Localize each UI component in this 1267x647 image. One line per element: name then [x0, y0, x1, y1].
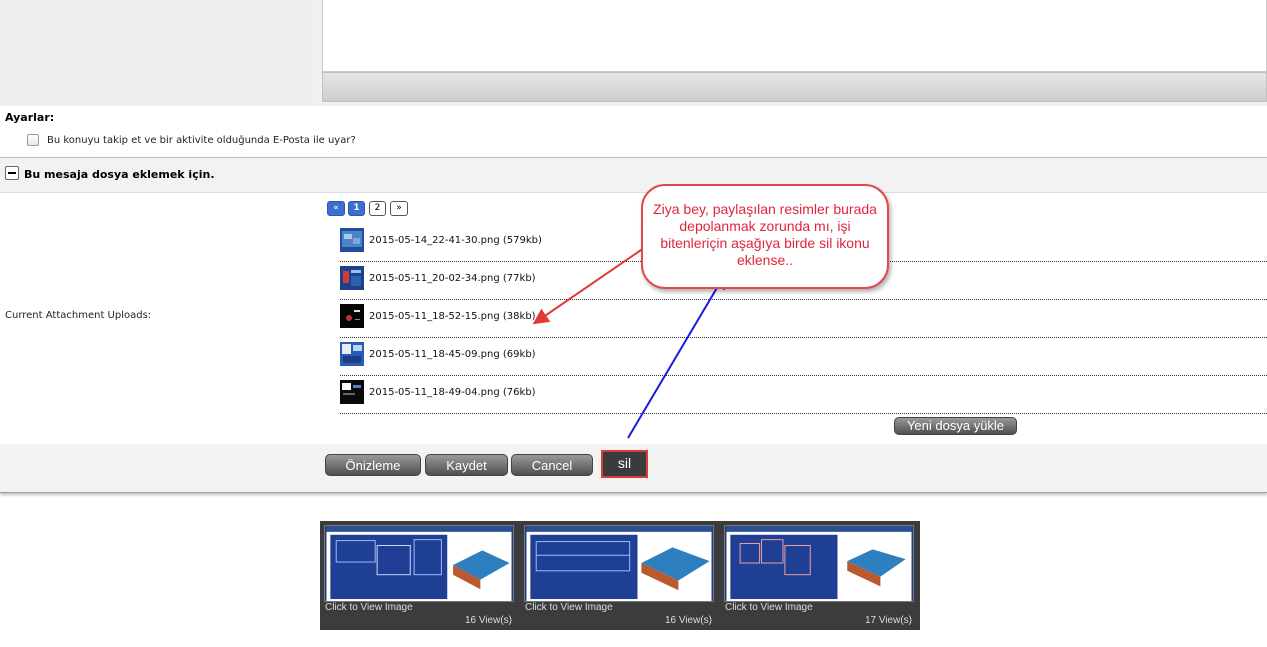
- gallery-item[interactable]: Click to View Image 16 View(s): [320, 521, 516, 630]
- pager-next-button[interactable]: »: [390, 201, 408, 216]
- gallery-thumbnail-image[interactable]: [324, 525, 514, 602]
- gallery-view-count: 16 View(s): [464, 615, 512, 626]
- file-name[interactable]: 2015-05-11_20-02-34.png (77kb): [369, 273, 536, 284]
- pager-page-1[interactable]: 1: [348, 201, 365, 216]
- left-column-panel: [0, 0, 318, 106]
- pager-page-2[interactable]: 2: [369, 201, 386, 216]
- file-thumbnail-icon: [340, 228, 364, 252]
- file-name[interactable]: 2015-05-14_22-41-30.png (579kb): [369, 235, 542, 246]
- gallery-thumbnail-image[interactable]: [724, 525, 914, 602]
- pager-first-button[interactable]: «: [327, 201, 345, 216]
- file-row[interactable]: 2015-05-11_18-45-09.png (69kb): [340, 338, 1267, 376]
- attachment-title: Bu mesaja dosya eklemek için.: [24, 168, 215, 181]
- gallery-caption: Click to View Image: [525, 602, 613, 613]
- file-thumbnail-icon: [340, 304, 364, 328]
- gallery-view-count: 16 View(s): [664, 615, 712, 626]
- gallery-thumbnail-image[interactable]: [524, 525, 714, 602]
- current-uploads-label: Current Attachment Uploads:: [5, 310, 152, 321]
- gallery-item[interactable]: Click to View Image 16 View(s): [520, 521, 716, 630]
- preview-button[interactable]: Önizleme: [325, 454, 421, 476]
- file-name[interactable]: 2015-05-11_18-52-15.png (38kb): [369, 311, 536, 322]
- notify-checkbox[interactable]: [27, 134, 39, 146]
- file-row[interactable]: 2015-05-11_18-52-15.png (38kb): [340, 300, 1267, 338]
- save-button[interactable]: Kaydet: [425, 454, 508, 476]
- notify-checkbox-label: Bu konuyu takip et ve bir aktivite olduğ…: [47, 135, 356, 146]
- file-name[interactable]: 2015-05-11_18-49-04.png (76kb): [369, 387, 536, 398]
- file-name[interactable]: 2015-05-11_18-45-09.png (69kb): [369, 349, 536, 360]
- collapse-toggle-icon[interactable]: [5, 166, 19, 180]
- file-row[interactable]: 2015-05-11_18-49-04.png (76kb): [340, 376, 1267, 414]
- cancel-button[interactable]: Cancel: [511, 454, 593, 476]
- gallery-item[interactable]: Click to View Image 17 View(s): [720, 521, 916, 630]
- file-thumbnail-icon: [340, 266, 364, 290]
- message-editor[interactable]: [322, 0, 1267, 72]
- gallery-view-count: 17 View(s): [864, 615, 912, 626]
- annotation-callout-text: Ziya bey, paylaşılan resimler burada dep…: [653, 201, 877, 268]
- delete-button[interactable]: sil: [601, 450, 648, 478]
- editor-status-bar: [322, 72, 1267, 102]
- file-thumbnail-icon: [340, 342, 364, 366]
- settings-label: Ayarlar:: [5, 111, 55, 124]
- gallery-caption: Click to View Image: [725, 602, 813, 613]
- gallery-caption: Click to View Image: [325, 602, 413, 613]
- upload-new-file-button[interactable]: Yeni dosya yükle: [894, 417, 1017, 435]
- file-thumbnail-icon: [340, 380, 364, 404]
